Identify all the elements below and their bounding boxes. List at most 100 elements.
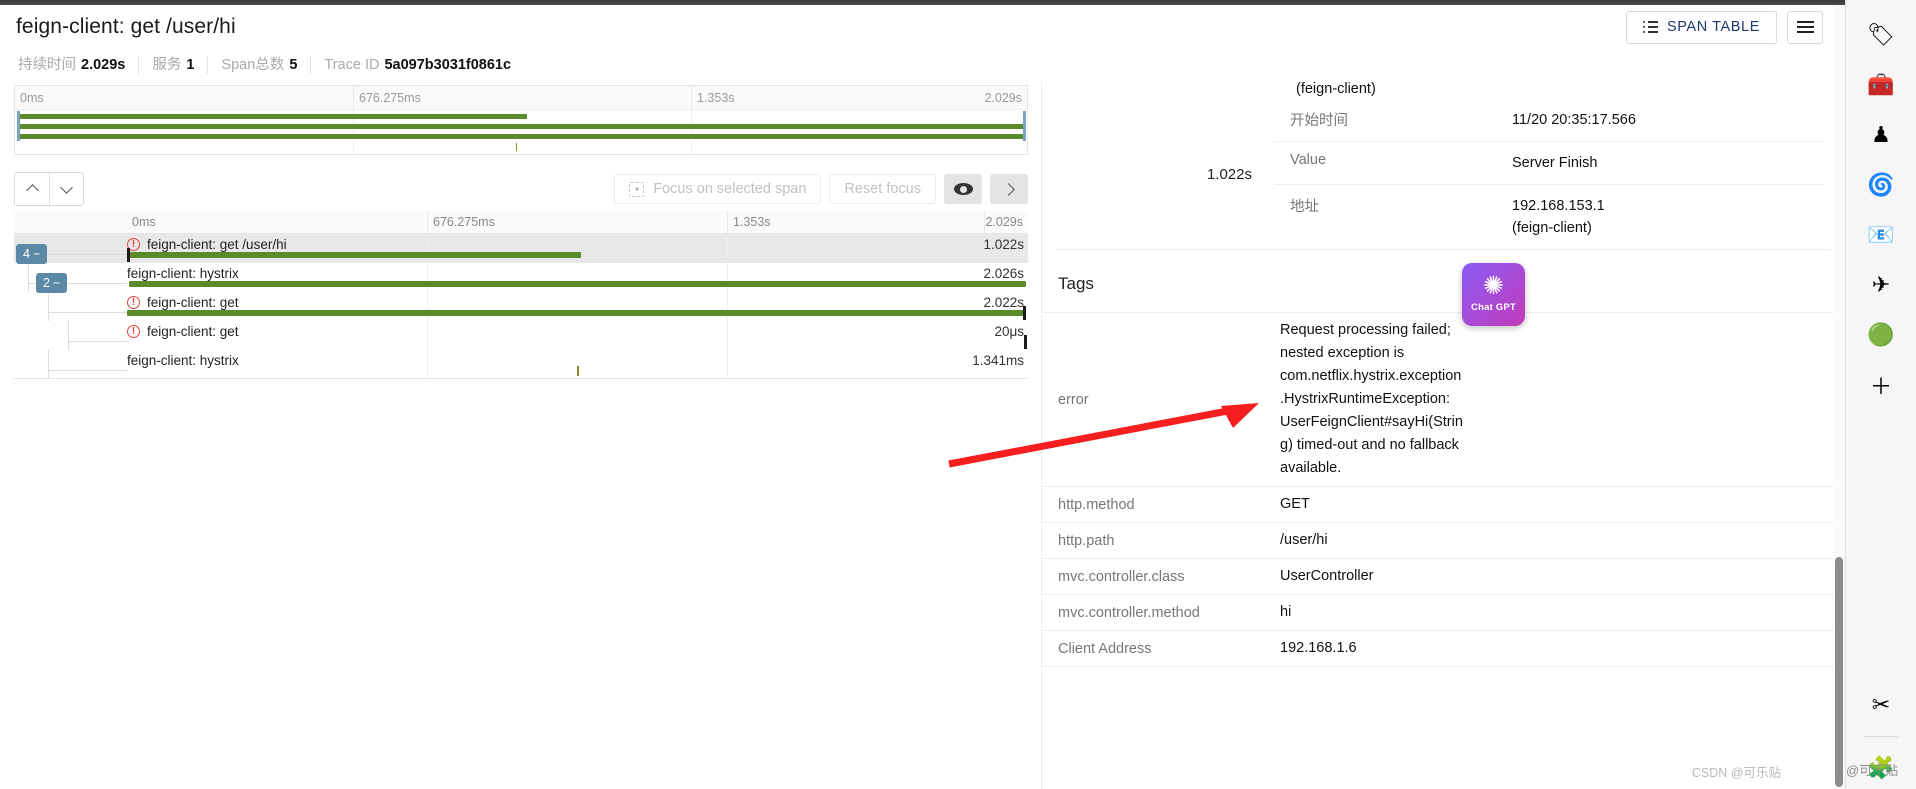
toggle-visibility-button[interactable] (944, 174, 982, 204)
span-operation-name: feign-client: hystrix (127, 353, 239, 368)
detail-rows: 开始时间 11/20 20:35:17.566 Value Server Fin… (1274, 99, 1845, 249)
span-row[interactable]: ! feign-client: get 2.022s (14, 292, 1028, 321)
span-duration-bar[interactable] (127, 252, 581, 258)
span-operation-name: feign-client: get (147, 324, 239, 339)
detail-row: 开始时间 11/20 20:35:17.566 (1274, 99, 1823, 141)
span-bar-endpoint (1023, 306, 1027, 320)
focus-on-selected-span-button[interactable]: Focus on selected span (614, 174, 822, 204)
span-operation-name: feign-client: get (147, 295, 239, 310)
span-collapse-badge[interactable]: 4− (16, 244, 48, 264)
trace-minimap[interactable]: 0ms 676.275ms 1.353s 2.029s (14, 85, 1028, 155)
reset-focus-button[interactable]: Reset focus (829, 174, 936, 204)
chatgpt-widget-label: Chat GPT (1471, 302, 1516, 313)
telegram-icon[interactable]: ✈ (1860, 264, 1902, 306)
minimap-handle-left[interactable] (17, 111, 20, 141)
collapse-panel-button[interactable] (990, 174, 1028, 204)
timeline-toolbar: Focus on selected span Reset focus (14, 172, 1028, 206)
span-duration-bar[interactable] (127, 310, 1027, 316)
error-icon: ! (127, 325, 140, 338)
tag-value: UserController (1280, 568, 1374, 584)
tags-section-title: Tags (1058, 274, 1094, 293)
span-tree-line (48, 312, 127, 313)
hamburger-menu-icon (1796, 20, 1814, 34)
meta-trace-id: Trace ID 5a097b3031f0861c (324, 56, 524, 74)
chatgpt-widget-button[interactable]: ✺ Chat GPT (1462, 263, 1525, 326)
span-row[interactable]: 4− ! feign-client: get /user/hi 1.022s (14, 234, 1028, 264)
span-row[interactable]: feign-client: hystrix 1.341ms (14, 350, 1028, 379)
span-duration-bar[interactable] (1024, 335, 1028, 349)
author-watermark: @可乐贴 (1846, 763, 1899, 778)
minimap-tick-2: 1.353s (691, 86, 735, 110)
minimap-body[interactable] (15, 110, 1027, 155)
span-duration-bar[interactable] (577, 366, 579, 376)
toolbox-icon[interactable]: 🧰 (1860, 64, 1902, 106)
minimap-gridline-2 (691, 110, 692, 155)
tag-row: mvc.controller.method hi (1042, 595, 1845, 631)
meta-trace-id-label: Trace ID (324, 57, 380, 73)
tag-value: /user/hi (1280, 532, 1328, 548)
minimap-bar (18, 134, 1024, 139)
span-duration-bar[interactable] (128, 281, 1027, 287)
page-scrollbar-thumb[interactable] (1835, 557, 1843, 787)
prev-span-button[interactable] (15, 173, 49, 205)
tag-key: http.path (1058, 532, 1115, 549)
tag-row: error Request processing failed; nested e… (1042, 313, 1845, 487)
minimap-bar (18, 114, 528, 119)
span-collapse-badge[interactable]: 2− (36, 273, 68, 293)
span-duration: 20μs (994, 324, 1024, 339)
focus-target-icon (629, 181, 645, 197)
page-title: feign-client: get /user/hi (16, 15, 236, 38)
spotify-icon[interactable]: 🟢 (1860, 314, 1902, 356)
span-tree-line (68, 321, 69, 350)
next-span-button[interactable] (49, 173, 83, 205)
tag-key: error (1058, 391, 1089, 408)
minimap-handle-right[interactable] (1023, 111, 1026, 141)
span-row-list[interactable]: 4−! feign-client: get /user/hi 1.022s 2− fei… (14, 234, 1028, 379)
span-row[interactable]: 2− feign-client: hystrix 2.026s (14, 263, 1028, 293)
detail-row-key: Value (1290, 152, 1327, 168)
minimap-tick-3: 2.029s (984, 91, 1022, 105)
microsoft-365-icon[interactable]: 🌀 (1860, 164, 1902, 206)
span-bar-endpoint (127, 248, 130, 262)
span-label: feign-client: hystrix (127, 353, 239, 368)
meta-duration-value: 2.029s (81, 57, 126, 73)
chevron-up-icon (25, 184, 39, 197)
chess-icon[interactable]: ♟ (1860, 114, 1902, 156)
csdn-watermark: CSDN @可乐贴 (1691, 766, 1781, 780)
timeline-tick-header: 0ms 676.275ms 1.353s 2.029s (14, 211, 1028, 234)
menu-button[interactable] (1787, 10, 1823, 44)
meta-duration: 持续时间 2.029s (18, 56, 140, 74)
detail-row-key: 地址 (1290, 199, 1319, 215)
tag-value: hi (1280, 604, 1292, 620)
outlook-icon[interactable]: 📧 (1860, 214, 1902, 256)
header-actions: SPAN TABLE (1625, 10, 1829, 44)
timeline-tick-3: 2.029s (984, 211, 1028, 234)
span-duration: 2.026s (983, 266, 1024, 281)
error-icon: ! (127, 296, 140, 309)
timeline-gridline (427, 263, 428, 292)
tag-key: mvc.controller.method (1058, 604, 1200, 621)
span-row[interactable]: ! feign-client: get 20μs (14, 321, 1028, 350)
meta-services-value: 1 (186, 57, 195, 73)
span-table-button[interactable]: SPAN TABLE (1625, 10, 1777, 44)
meta-span-count-label: Span总数 (221, 57, 285, 73)
meta-services-label: 服务 (152, 57, 182, 73)
tag-key: mvc.controller.class (1058, 568, 1185, 585)
snip-tool-icon[interactable]: ✂ (1860, 684, 1902, 726)
focus-button-label: Focus on selected span (653, 181, 807, 197)
span-duration: 2.022s (983, 295, 1024, 310)
meta-span-count-value: 5 (289, 57, 298, 73)
toolbar-right-group: Focus on selected span Reset focus (614, 174, 1028, 204)
span-duration: 1.022s (983, 237, 1024, 252)
detail-row-value: Server Finish (1512, 155, 1598, 171)
tag-icon[interactable]: 🏷 (1860, 14, 1902, 56)
page-scrollbar[interactable] (1833, 5, 1845, 789)
add-panel-icon[interactable]: ＋ (1860, 364, 1902, 406)
timeline-gridline (427, 321, 428, 350)
trace-meta-bar: 持续时间 2.029s 服务 1 Span总数 5 Trace ID 5a097… (0, 49, 1845, 81)
tag-row: Client Address 192.168.1.6 (1042, 631, 1845, 667)
minimap-bar (18, 124, 1024, 129)
span-detail-panel[interactable]: (feign-client) 1.022s 开始时间 11/20 20:35:1… (1041, 81, 1845, 789)
span-operation-name: feign-client: hystrix (127, 266, 239, 281)
tag-key: http.method (1058, 496, 1135, 513)
